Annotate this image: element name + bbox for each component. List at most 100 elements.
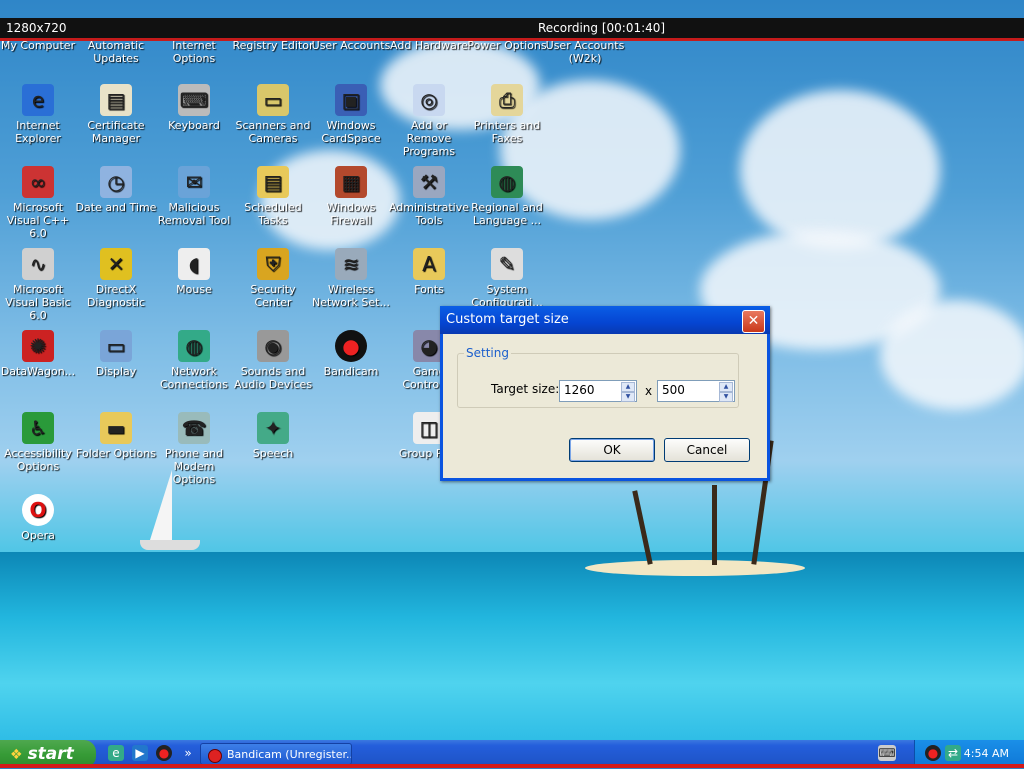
desktop-icon-user-accounts-w2k[interactable]: User Accounts (W2k)	[544, 39, 626, 65]
desktop-icon[interactable]: ✕ DirectX Diagnostic	[75, 248, 157, 309]
certificate-icon: ▤	[100, 84, 132, 116]
desktop-icon-label: Regional and Language ...	[471, 201, 543, 227]
clock: 4:54 AM	[963, 747, 1009, 760]
desktop-icon[interactable]: ◎ Add or Remove Programs	[388, 84, 470, 158]
desktop-icon[interactable]: ☎ Phone and Modem Options	[153, 412, 235, 486]
island	[585, 560, 805, 576]
visual-basic-icon: ∿	[22, 248, 54, 280]
cloud	[740, 90, 940, 250]
height-spinbox[interactable]: ▲ ▼	[657, 380, 735, 402]
desktop-icon-label: Date and Time	[75, 201, 157, 214]
desktop-icon-label: Display	[95, 365, 137, 378]
directx-icon: ✕	[100, 248, 132, 280]
desktop-icon-label: Certificate Manager	[87, 119, 145, 145]
desktop-icon[interactable]: ✦ Speech	[232, 412, 314, 460]
spin-up-icon[interactable]: ▲	[621, 382, 635, 392]
quicklaunch-bandicam-icon[interactable]: ●	[156, 745, 172, 761]
opera-icon: O	[22, 494, 54, 526]
desktop-icon[interactable]: ◍ Regional and Language ...	[466, 166, 548, 227]
desktop-icon[interactable]: O Opera	[0, 494, 79, 542]
spin-up-icon[interactable]: ▲	[719, 382, 733, 392]
desktop-icon[interactable]: ◖ Mouse	[153, 248, 235, 296]
desktop-icon[interactable]: ▤ Certificate Manager	[75, 84, 157, 145]
desktop-icon-label: Phone and Modem Options	[164, 447, 224, 486]
desktop-icon-label: Add or Remove Programs	[402, 119, 456, 158]
size-separator: x	[645, 384, 653, 398]
phone-icon: ☎	[178, 412, 210, 444]
desktop-icon-label: Wireless Network Set...	[312, 283, 390, 309]
desktop-icon[interactable]: ◍ Network Connections	[153, 330, 235, 391]
desktop-icon[interactable]: ✉ Malicious Removal Tool	[153, 166, 235, 227]
cancel-button[interactable]: Cancel	[664, 438, 750, 462]
desktop-icon[interactable]: ∿ Microsoft Visual Basic 6.0	[0, 248, 79, 322]
desktop-icon-label: Network Connections	[160, 365, 228, 391]
desktop-icon-label: DataWagon...	[0, 365, 76, 378]
desktop-icon[interactable]: ⚒ Administrative Tools	[388, 166, 470, 227]
desktop-icon[interactable]: ✺ DataWagon...	[0, 330, 79, 378]
width-spin-arrows[interactable]: ▲ ▼	[621, 382, 635, 402]
desktop-icon[interactable]: e Internet Explorer	[0, 84, 79, 145]
desktop-icon[interactable]: ◷ Date and Time	[75, 166, 157, 214]
desktop-icon[interactable]: ∞ Microsoft Visual C++ 6.0	[0, 166, 79, 240]
desktop-icon-label: Bandicam	[323, 365, 379, 378]
desktop-icon-automatic-updates[interactable]: Automatic Updates	[75, 39, 157, 65]
desktop-icon-label: Printers and Faxes	[473, 119, 541, 145]
desktop-icon-label: Administrative Tools	[388, 201, 470, 227]
height-spin-arrows[interactable]: ▲ ▼	[719, 382, 733, 402]
quicklaunch-chevron-icon[interactable]: »	[180, 745, 196, 761]
bandicam-icon	[208, 749, 222, 763]
width-spinbox[interactable]: ▲ ▼	[559, 380, 637, 402]
desktop-icon-label: Fonts	[414, 283, 444, 296]
width-input[interactable]	[560, 381, 620, 399]
desktop-icon[interactable]: ▬ Folder Options	[75, 412, 157, 460]
desktop-icon[interactable]: ✎ System Configurati...	[466, 248, 548, 309]
desktop-icon[interactable]: ▦ Windows Firewall	[310, 166, 392, 227]
globe-icon: ◍	[491, 166, 523, 198]
desktop-icon-internet-options[interactable]: Internet Options	[153, 39, 235, 65]
height-input[interactable]	[658, 381, 718, 399]
recording-border-line	[0, 764, 1024, 768]
ok-button[interactable]: OK	[569, 438, 655, 462]
scheduled-tasks-icon: ▤	[257, 166, 289, 198]
taskbar-button-bandicam[interactable]: Bandicam (Unregister...	[200, 743, 352, 765]
sea	[0, 552, 1024, 740]
recording-resolution: 1280x720	[6, 21, 67, 35]
spin-down-icon[interactable]: ▼	[621, 392, 635, 402]
desktop-icon[interactable]: ▤ Scheduled Tasks	[232, 166, 314, 227]
palm-tree	[712, 485, 717, 565]
add-remove-icon: ◎	[413, 84, 445, 116]
accessibility-icon: ♿	[22, 412, 54, 444]
dialog-title: Custom target size	[440, 306, 770, 334]
desktop-icon[interactable]: ● Bandicam	[310, 330, 392, 378]
recording-bar: 1280x720 Recording [00:01:40]	[0, 18, 1024, 41]
tray-network-icon[interactable]: ⇄	[945, 745, 961, 761]
desktop-icon[interactable]: A Fonts	[388, 248, 470, 296]
keyboard-icon[interactable]: ⌨	[878, 745, 896, 761]
mouse-icon: ◖	[178, 248, 210, 280]
quicklaunch-ie-icon[interactable]: e	[108, 745, 124, 761]
printer-icon: ⎙	[491, 84, 523, 116]
desktop-icon[interactable]: ◉ Sounds and Audio Devices	[232, 330, 314, 391]
folder-icon: ▬	[100, 412, 132, 444]
desktop-icon[interactable]: ⌨ Keyboard	[153, 84, 235, 132]
close-icon[interactable]: ✕	[742, 310, 765, 333]
desktop-icon[interactable]: ♿ Accessibility Options	[0, 412, 79, 473]
tray-bandicam-icon[interactable]: ●	[925, 745, 941, 761]
desktop-icon-label: Sounds and Audio Devices	[233, 365, 313, 391]
desktop-icon[interactable]: ⎙ Printers and Faxes	[466, 84, 548, 145]
desktop-icon-label: Keyboard	[168, 119, 220, 132]
desktop-icon-label: DirectX Diagnostic	[86, 283, 146, 309]
desktop-icon[interactable]: ▭ Display	[75, 330, 157, 378]
desktop-icon[interactable]: ≋ Wireless Network Set...	[310, 248, 392, 309]
desktop-icon[interactable]: ⛨ Security Center	[232, 248, 314, 309]
desktop-icon-label: Windows Firewall	[326, 201, 376, 227]
quicklaunch-media-icon[interactable]: ▶	[132, 745, 148, 761]
spin-down-icon[interactable]: ▼	[719, 392, 733, 402]
desktop-icon[interactable]: ▣ Windows CardSpace	[310, 84, 392, 145]
desktop-icon-label: Speech	[252, 447, 294, 460]
desktop-icon-label: Malicious Removal Tool	[157, 201, 231, 227]
visual-cpp-icon: ∞	[22, 166, 54, 198]
desktop-icon-label: Microsoft Visual C++ 6.0	[6, 201, 70, 240]
desktop-icon[interactable]: ▭ Scanners and Cameras	[232, 84, 314, 145]
speech-icon: ✦	[257, 412, 289, 444]
